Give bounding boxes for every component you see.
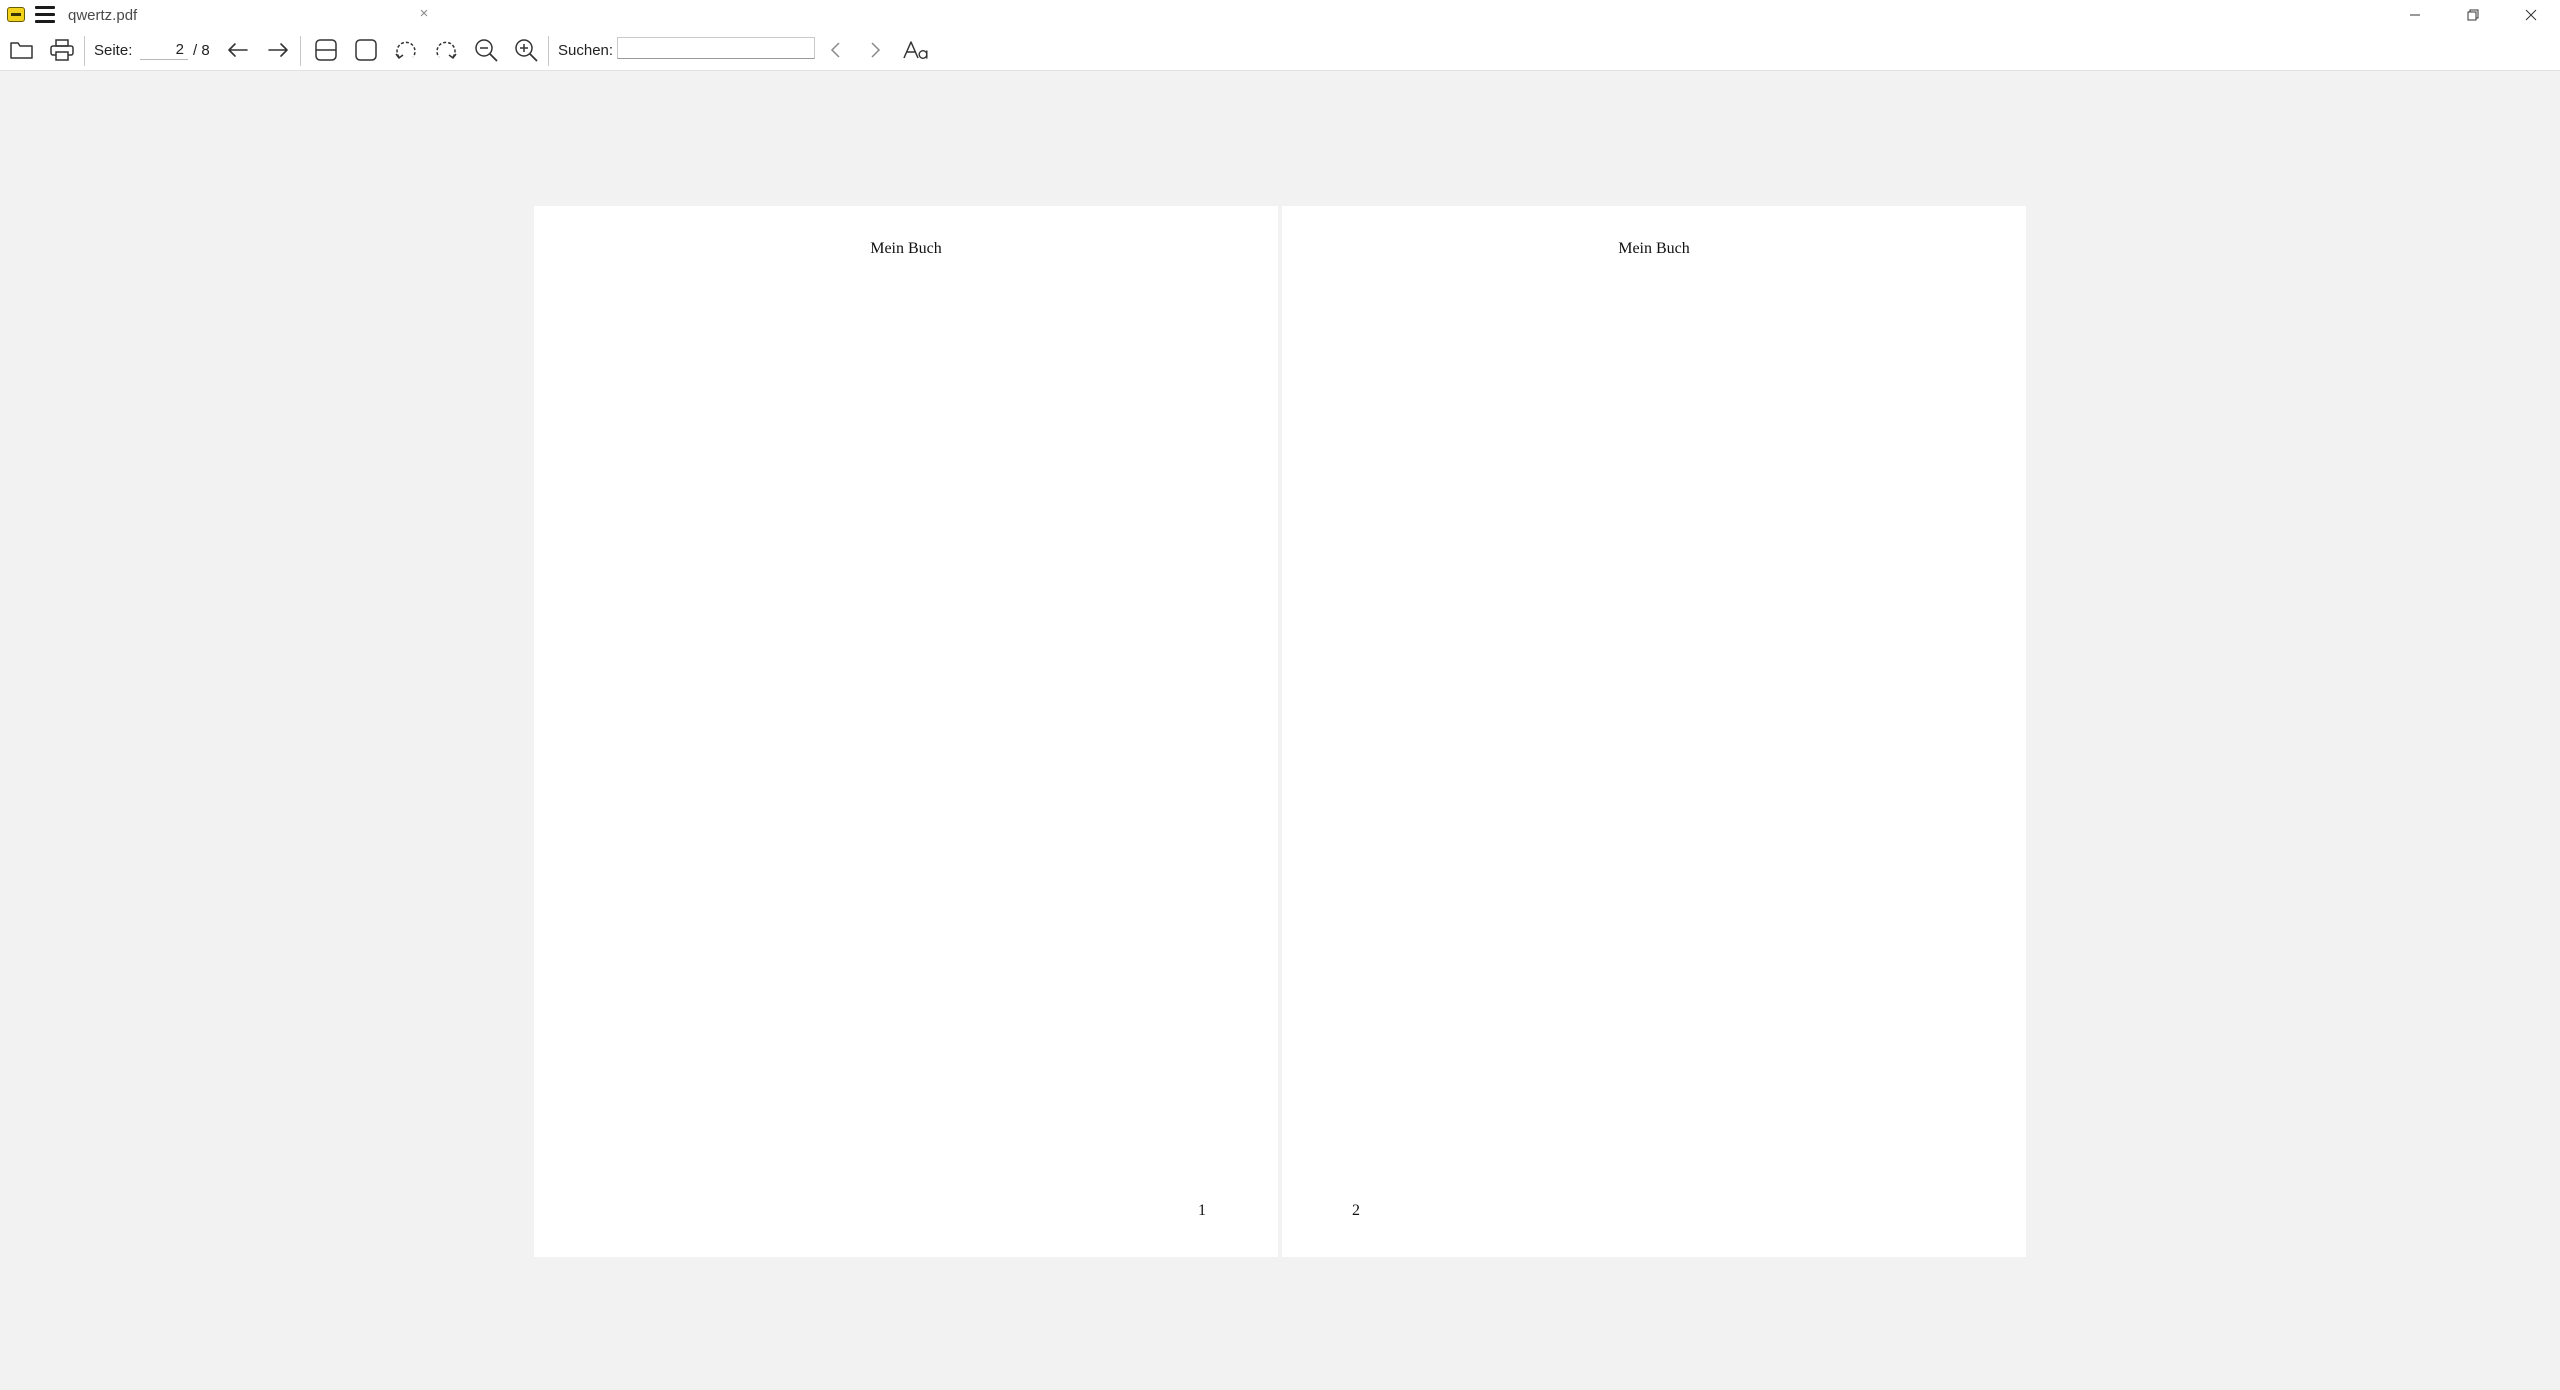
page-number: 1: [1198, 1202, 1206, 1219]
printer-icon: [50, 39, 74, 61]
find-previous-button[interactable]: [819, 30, 853, 70]
find-next-button[interactable]: [858, 30, 892, 70]
close-icon: [2525, 9, 2537, 21]
page-total: / 8: [193, 41, 210, 59]
open-file-button[interactable]: [5, 30, 39, 70]
title-bar: qwertz.pdf ×: [0, 0, 2560, 30]
search-label: Suchen:: [558, 41, 614, 59]
zoom-out-button[interactable]: [469, 30, 503, 70]
page-total-wrap: / 8: [193, 30, 210, 70]
document-tab[interactable]: qwertz.pdf ×: [60, 0, 432, 30]
tab-title: qwertz.pdf: [68, 7, 138, 24]
zoom-in-icon: [515, 39, 538, 62]
fit-page-button[interactable]: [349, 30, 383, 70]
tab-close-icon[interactable]: ×: [416, 6, 432, 22]
menu-icon[interactable]: [35, 6, 55, 23]
print-button[interactable]: [45, 30, 79, 70]
fit-width-button[interactable]: [309, 30, 343, 70]
restore-button[interactable]: [2444, 0, 2502, 30]
arrow-right-icon: [268, 43, 288, 57]
page-header: Mein Buch: [1618, 240, 1690, 257]
page-number: 2: [1352, 1202, 1360, 1219]
fit-width-icon: [315, 39, 337, 61]
minimize-button[interactable]: [2386, 0, 2444, 30]
toolbar: Seite: / 8: [0, 30, 2560, 71]
rotate-right-icon: [436, 41, 457, 60]
restore-icon: [2467, 9, 2479, 21]
rotate-left-button[interactable]: [389, 30, 423, 70]
minimize-icon: [2410, 14, 2420, 16]
page-label: Seite:: [94, 41, 133, 59]
page-header: Mein Buch: [870, 240, 942, 257]
toolbar-separator: [84, 36, 85, 66]
search-input[interactable]: [617, 37, 815, 59]
close-window-button[interactable]: [2502, 0, 2560, 30]
rotate-right-button[interactable]: [429, 30, 463, 70]
match-case-icon: [903, 41, 928, 59]
page-label-wrap: Seite:: [94, 30, 132, 70]
pdf-viewer-window: qwertz.pdf × Seite: 2 / 8 Suchen: Mein B…: [0, 0, 2560, 1390]
rotate-left-icon: [395, 41, 416, 60]
fit-page-icon: [355, 39, 377, 61]
toolbar-separator: [300, 36, 301, 66]
next-page-button[interactable]: [261, 30, 295, 70]
search-label-wrap: Suchen:: [558, 30, 613, 70]
page-number-input[interactable]: [140, 40, 188, 60]
arrow-left-icon: [228, 43, 248, 57]
document-page: Mein Buch 2: [1282, 206, 2026, 1257]
document-page: Mein Buch 1: [534, 206, 1278, 1257]
window-controls: [2386, 0, 2560, 30]
chevron-left-icon: [830, 42, 840, 58]
app-logo-icon: [7, 7, 25, 22]
zoom-out-icon: [475, 39, 498, 62]
previous-page-button[interactable]: [221, 30, 255, 70]
match-case-button[interactable]: [899, 30, 933, 70]
toolbar-separator: [548, 36, 549, 66]
zoom-in-button[interactable]: [509, 30, 543, 70]
folder-icon: [10, 42, 33, 59]
chevron-right-icon: [871, 42, 881, 58]
